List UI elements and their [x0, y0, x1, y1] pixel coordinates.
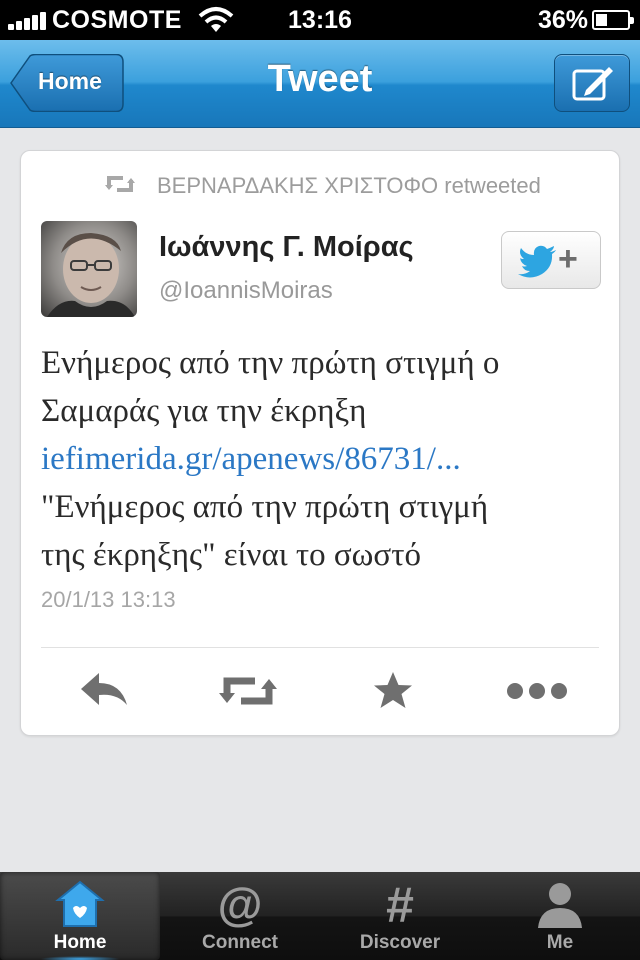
- hash-icon: #: [386, 878, 414, 930]
- tab-me[interactable]: Me: [480, 872, 640, 960]
- retweet-button[interactable]: [217, 669, 277, 713]
- navigation-bar: Home Tweet: [0, 40, 640, 128]
- follow-button[interactable]: +: [501, 231, 601, 289]
- tweet-actions: [21, 661, 621, 721]
- svg-text:#: #: [386, 878, 414, 930]
- tab-label: Connect: [202, 932, 278, 953]
- svg-text:@: @: [218, 878, 263, 930]
- divider: [41, 647, 599, 648]
- avatar[interactable]: [41, 221, 137, 317]
- tweet-text: Ενήμερος από την πρώτη στιγμή ο Σαμαράς …: [41, 339, 605, 579]
- plus-icon: +: [558, 240, 578, 278]
- author-name[interactable]: Ιωάννης Γ. Μοίρας: [159, 231, 414, 264]
- tab-bar: Home @ Connect # Discover Me: [0, 872, 640, 960]
- tweet-text-line: Ενήμερος από την πρώτη στιγμή ο: [41, 345, 500, 381]
- at-icon: @: [218, 878, 263, 930]
- battery-icon: [592, 10, 634, 30]
- favorite-icon: [374, 672, 412, 708]
- tweet-link[interactable]: iefimerida.gr/apenews/86731/...: [41, 435, 605, 483]
- tweet-timestamp: 20/1/13 13:13: [41, 587, 176, 612]
- tab-label: Home: [53, 932, 107, 953]
- tab-connect[interactable]: @ Connect: [160, 872, 320, 960]
- tab-label: Discover: [359, 932, 441, 953]
- retweet-small-icon: [105, 176, 135, 192]
- tab-home[interactable]: Home: [0, 872, 160, 960]
- status-bar: COSMOTE 13:16 36%: [0, 0, 640, 40]
- reply-icon: [81, 673, 127, 705]
- compose-button[interactable]: [554, 54, 630, 112]
- tweet-card: ΒΕΡΝΑΡΔΑΚΗΣ ΧΡΙΣΤΟΦΟ retweeted Ιωάννης Γ…: [20, 150, 620, 736]
- retweeted-by-text: ΒΕΡΝΑΡΔΑΚΗΣ ΧΡΙΣΤΟΦΟ retweeted: [157, 173, 541, 198]
- more-button[interactable]: [505, 669, 567, 713]
- tab-discover[interactable]: # Discover: [320, 872, 480, 960]
- favorite-button[interactable]: [371, 669, 431, 713]
- tweet-text-line: της έκρηξης" είναι το σωστό: [41, 537, 421, 573]
- page-title: Tweet: [267, 58, 373, 100]
- reply-button[interactable]: [77, 669, 137, 713]
- author-handle[interactable]: @IoannisMoiras: [159, 277, 333, 305]
- more-icon: [507, 683, 567, 699]
- home-icon: [55, 880, 105, 927]
- retweet-icon: [219, 677, 277, 705]
- tab-label: Me: [546, 932, 574, 953]
- avatar-photo: [47, 233, 135, 317]
- compose-icon: [572, 67, 613, 101]
- tweet-text-line: Σαμαράς για την έκρηξη: [41, 393, 367, 429]
- tweet-text-line: "Ενήμερος από την πρώτη στιγμή: [41, 489, 489, 525]
- twitter-bird-icon: [518, 245, 556, 278]
- battery-percent: 36%: [537, 6, 588, 34]
- person-icon: [538, 883, 582, 928]
